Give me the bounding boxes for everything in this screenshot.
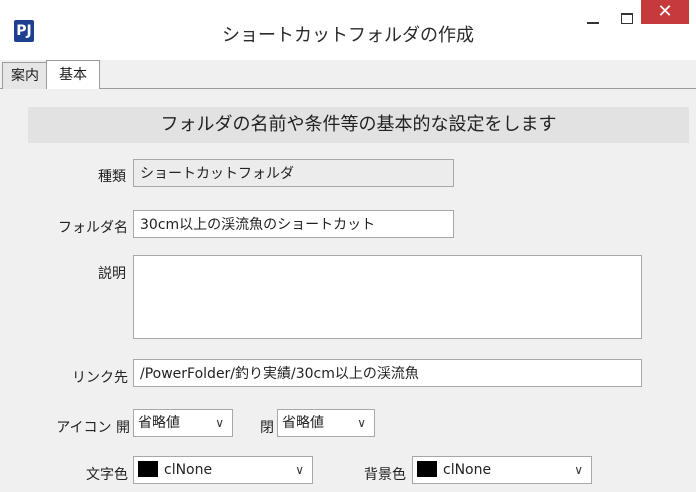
chevron-down-icon: ∨ <box>295 463 304 477</box>
icon-closed-label: 閉 <box>260 420 274 436</box>
icon-closed-select[interactable]: 省略値 ∨ <box>277 409 375 437</box>
minimize-button[interactable] <box>578 6 608 32</box>
icon-open-select-value: 省略値 <box>138 415 180 431</box>
icon-open-select[interactable]: 省略値 ∨ <box>133 409 233 437</box>
title-bar: PJ ショートカットフォルダの作成 ✕ <box>0 0 696 61</box>
description-textarea[interactable] <box>133 255 642 339</box>
chevron-down-icon: ∨ <box>215 416 224 430</box>
chevron-down-icon: ∨ <box>574 463 583 477</box>
text-color-label: 文字色 <box>86 467 128 483</box>
bg-color-select[interactable]: clNone ∨ <box>412 456 592 484</box>
color-swatch <box>138 461 158 477</box>
dialog-window: PJ ショートカットフォルダの作成 ✕ 案内 基本 フォルダの名前や条件等の基本… <box>0 0 696 492</box>
section-heading: フォルダの名前や条件等の基本的な設定をします <box>28 107 689 143</box>
bg-color-label: 背景色 <box>364 467 406 483</box>
maximize-button[interactable] <box>612 6 642 32</box>
tab-bar: 案内 基本 <box>0 60 696 90</box>
icon-closed-select-value: 省略値 <box>282 415 324 431</box>
icon-open-label: アイコン 開 <box>56 420 130 436</box>
tab-content-basic: フォルダの名前や条件等の基本的な設定をします 種類 ショートカットフォルダ フォ… <box>0 89 696 492</box>
folder-name-label: フォルダ名 <box>58 220 128 236</box>
close-button[interactable]: ✕ <box>641 0 689 24</box>
chevron-down-icon: ∨ <box>357 416 366 430</box>
description-label: 説明 <box>98 266 126 282</box>
text-color-value: clNone <box>164 462 213 478</box>
text-color-select[interactable]: clNone ∨ <box>133 456 313 484</box>
link-input[interactable]: /PowerFolder/釣り実績/30cm以上の渓流魚 <box>133 359 642 387</box>
link-label: リンク先 <box>72 370 128 386</box>
type-field: ショートカットフォルダ <box>133 159 454 187</box>
tab-guide[interactable]: 案内 <box>2 62 48 89</box>
folder-name-input[interactable]: 30cm以上の渓流魚のショートカット <box>133 210 454 238</box>
bg-color-value: clNone <box>443 462 492 478</box>
color-swatch <box>417 461 437 477</box>
tab-basic[interactable]: 基本 <box>46 60 100 90</box>
type-label: 種類 <box>98 169 126 185</box>
